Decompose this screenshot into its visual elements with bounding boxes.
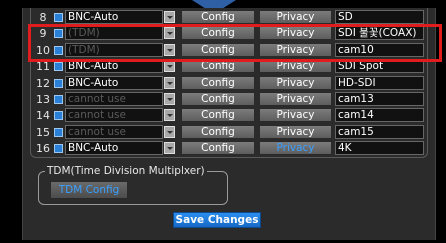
channel-enable-checkbox[interactable] (54, 78, 63, 88)
config-button[interactable]: Config (181, 141, 255, 156)
channel-source-select[interactable]: cannot use (65, 124, 163, 139)
channel-name-input[interactable]: 4K (335, 141, 424, 156)
channel-name-input[interactable]: cam15 (335, 124, 424, 139)
chevron-down-icon[interactable] (164, 125, 175, 138)
highlight-box (28, 24, 442, 62)
chevron-down-icon[interactable] (164, 109, 175, 122)
channel-number: 8 (39, 11, 47, 24)
config-button[interactable]: Config (181, 108, 255, 123)
channel-enable-checkbox[interactable] (54, 95, 63, 104)
channel-name-input[interactable]: SD (335, 10, 424, 24)
chevron-down-icon[interactable] (164, 76, 175, 89)
privacy-button[interactable]: Privacy (259, 124, 332, 139)
channel-number: 12 (36, 76, 50, 90)
channel-source-select[interactable]: BNC-Auto (65, 10, 163, 24)
channel-name-input[interactable]: HD-SDI (335, 75, 424, 90)
channel-name-input[interactable]: cam14 (335, 108, 424, 123)
privacy-button[interactable]: Privacy (259, 92, 332, 106)
config-button[interactable]: Config (181, 124, 255, 139)
privacy-button[interactable]: Privacy (259, 108, 332, 123)
tdm-legend: TDM(Time Division Multiplxer) (45, 165, 207, 177)
chevron-down-icon[interactable] (164, 142, 175, 155)
privacy-button[interactable]: Privacy (259, 10, 332, 24)
config-button[interactable]: Config (181, 92, 255, 106)
channel-enable-checkbox[interactable] (54, 62, 63, 72)
chevron-down-icon[interactable] (164, 93, 175, 105)
channel-source-select[interactable]: cannot use (65, 108, 163, 123)
channel-enable-checkbox[interactable] (54, 111, 63, 121)
tdm-group: TDM(Time Division Multiplxer) TDM Config (38, 165, 228, 205)
channel-number: 15 (36, 125, 50, 139)
channel-number: 13 (36, 93, 50, 106)
channel-enable-checkbox[interactable] (54, 13, 63, 22)
channel-name-input[interactable]: cam13 (335, 92, 424, 106)
channel-enable-checkbox[interactable] (54, 127, 63, 137)
privacy-button[interactable]: Privacy (259, 141, 332, 156)
channel-number: 14 (36, 109, 50, 123)
channel-source-select[interactable]: BNC-Auto (65, 75, 163, 90)
config-button[interactable]: Config (181, 75, 255, 90)
channel-number: 16 (36, 142, 50, 156)
channel-source-select[interactable]: BNC-Auto (65, 141, 163, 156)
channel-source-select[interactable]: cannot use (65, 92, 163, 106)
config-button[interactable]: Config (181, 10, 255, 24)
tdm-config-button[interactable]: TDM Config (50, 181, 128, 199)
channel-enable-checkbox[interactable] (54, 144, 63, 154)
chevron-down-icon[interactable] (164, 11, 175, 23)
privacy-button[interactable]: Privacy (259, 75, 332, 90)
save-changes-button[interactable]: Save Changes (173, 212, 261, 228)
